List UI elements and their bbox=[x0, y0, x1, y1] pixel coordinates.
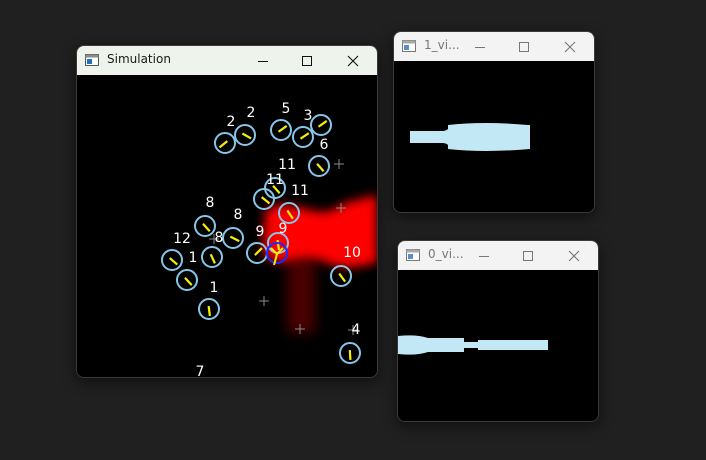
maximize-button[interactable] bbox=[506, 241, 550, 270]
close-icon bbox=[564, 41, 576, 52]
agent-label: 2 bbox=[227, 114, 236, 130]
agent-label: 12 bbox=[173, 231, 191, 247]
agent-label: 4 bbox=[352, 322, 361, 338]
agent bbox=[308, 155, 330, 177]
window-title: 1_vi... bbox=[424, 38, 460, 52]
agent-label: 11 bbox=[291, 183, 309, 199]
agent-label: 11 bbox=[278, 157, 296, 173]
heading-line bbox=[317, 120, 328, 128]
view-0-canvas bbox=[398, 270, 598, 421]
heading-line bbox=[277, 125, 288, 133]
agent-label: 5 bbox=[282, 101, 291, 117]
maximize-icon bbox=[519, 41, 529, 52]
agent bbox=[292, 126, 314, 148]
heading-line bbox=[229, 235, 240, 243]
window-title: 0_vi... bbox=[428, 247, 464, 261]
close-button[interactable] bbox=[552, 241, 596, 270]
agent bbox=[270, 119, 292, 141]
agent-label: 9 bbox=[256, 224, 265, 240]
heading-line bbox=[254, 247, 263, 256]
heading-line bbox=[169, 257, 178, 266]
heading-line bbox=[202, 223, 211, 232]
heading-line bbox=[299, 132, 310, 140]
minimize-icon bbox=[475, 46, 485, 48]
app-window-icon bbox=[406, 249, 420, 261]
agent-label: 1 bbox=[210, 280, 219, 296]
agent bbox=[198, 298, 220, 320]
view-1-titlebar[interactable]: 1_vi... bbox=[394, 32, 594, 61]
heading-line bbox=[184, 277, 193, 286]
agent-label: 8 bbox=[206, 195, 215, 211]
view-1-render bbox=[410, 123, 530, 151]
app-window-icon bbox=[402, 40, 416, 52]
agent bbox=[253, 188, 275, 210]
agent bbox=[222, 227, 244, 249]
agent bbox=[176, 269, 198, 291]
view-0-shape bbox=[398, 335, 548, 355]
agent-label: 7 bbox=[196, 364, 205, 377]
close-button[interactable] bbox=[548, 32, 592, 61]
heading-line bbox=[348, 349, 352, 361]
view-1-window[interactable]: 1_vi... bbox=[393, 31, 595, 213]
agent-label: 8 bbox=[234, 207, 243, 223]
view-0-window[interactable]: 0_vi... bbox=[397, 240, 599, 422]
agent bbox=[310, 114, 332, 136]
app-window-icon bbox=[85, 54, 99, 66]
close-button[interactable] bbox=[331, 46, 375, 75]
agent bbox=[161, 249, 183, 271]
heading-line bbox=[276, 239, 281, 251]
agent bbox=[330, 265, 352, 287]
view-1-canvas bbox=[394, 61, 594, 212]
agent-label: 8 bbox=[215, 230, 224, 246]
minimize-button[interactable] bbox=[458, 32, 502, 61]
agent bbox=[339, 342, 361, 364]
simulation-canvas[interactable]: 2 2 5 3 6 11 11 11 8 8 9 9 12 8 1 10 1 4 7 bbox=[77, 75, 377, 377]
heading-line bbox=[209, 253, 216, 264]
view-0-render bbox=[398, 335, 548, 355]
agent-label: 2 bbox=[247, 105, 256, 121]
view-0-titlebar[interactable]: 0_vi... bbox=[398, 241, 598, 270]
window-title: Simulation bbox=[107, 52, 171, 66]
agent-label: 10 bbox=[343, 245, 361, 261]
agent-label: 9 bbox=[279, 221, 288, 237]
agent-label: 3 bbox=[304, 108, 313, 124]
minimize-icon bbox=[258, 60, 268, 62]
heading-line bbox=[260, 196, 271, 205]
heading-line bbox=[218, 140, 229, 149]
close-icon bbox=[347, 55, 359, 66]
simulation-titlebar[interactable]: Simulation bbox=[77, 46, 377, 75]
maximize-icon bbox=[523, 250, 533, 261]
agent-label: 6 bbox=[320, 137, 329, 153]
minimize-button[interactable] bbox=[462, 241, 506, 270]
agent-label: 11 bbox=[266, 172, 284, 188]
maximize-button[interactable] bbox=[502, 32, 546, 61]
simulation-window[interactable]: Simulation 2 2 5 3 6 11 11 11 8 8 9 9 12… bbox=[76, 45, 378, 378]
simulation-scene: 22 5 36111111889 912 81 10147 bbox=[161, 101, 377, 377]
agent bbox=[201, 246, 223, 268]
heading-line bbox=[241, 132, 252, 140]
maximize-button[interactable] bbox=[285, 46, 329, 75]
close-icon bbox=[568, 250, 580, 261]
maximize-icon bbox=[302, 55, 312, 66]
agent bbox=[214, 132, 236, 154]
heading-line bbox=[207, 305, 211, 317]
agent bbox=[234, 124, 256, 146]
minimize-icon bbox=[479, 255, 489, 257]
agent bbox=[194, 215, 216, 237]
agent-label: 1 bbox=[189, 250, 198, 266]
minimize-button[interactable] bbox=[241, 46, 285, 75]
heading-line bbox=[338, 272, 347, 283]
heading-line bbox=[316, 163, 325, 172]
